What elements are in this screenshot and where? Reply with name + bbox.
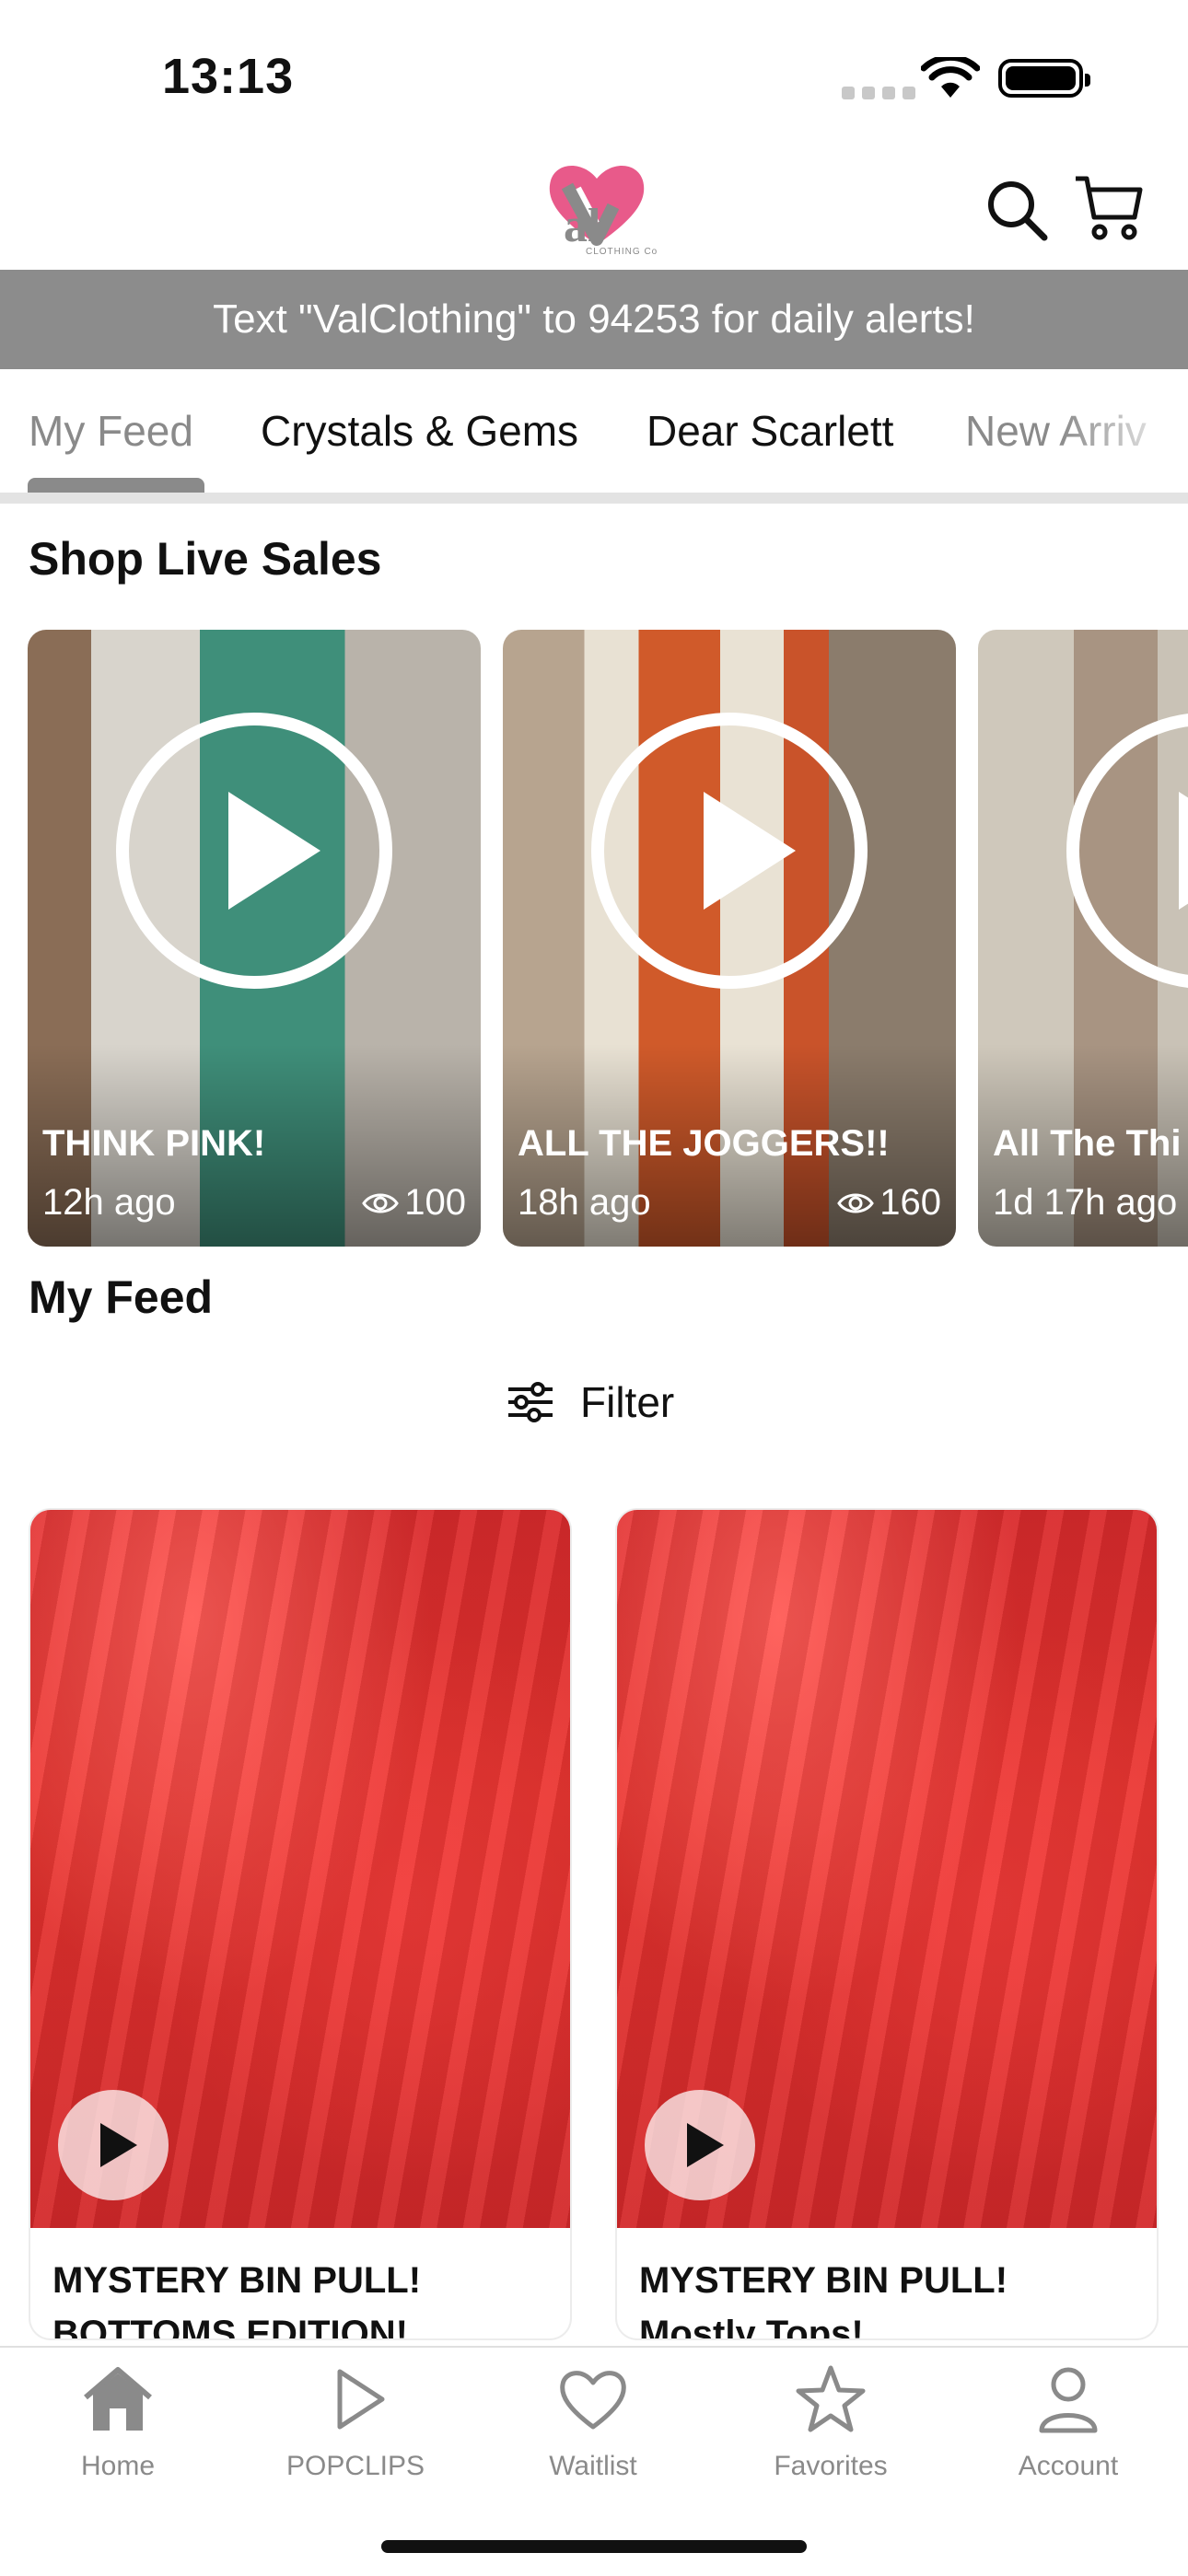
eye-icon — [837, 1193, 875, 1213]
tab-crystals-gems[interactable]: Crystals & Gems — [261, 406, 578, 456]
battery-icon — [998, 59, 1090, 98]
filter-label: Filter — [580, 1378, 675, 1426]
view-count: 100 — [404, 1182, 466, 1223]
status-time: 13:13 — [162, 49, 295, 104]
live-card-views: 160 — [837, 1182, 941, 1224]
live-card-views: 100 — [362, 1182, 466, 1224]
nav-favorites[interactable]: Favorites — [739, 2364, 923, 2482]
caption-line-1: MYSTERY BIN PULL! — [52, 2260, 422, 2301]
live-sale-card[interactable]: THINK PINK! 12h ago 100 — [28, 630, 481, 1247]
section-title-live-sales: Shop Live Sales — [29, 533, 382, 585]
nav-label: Waitlist — [549, 2451, 637, 2481]
play-icon[interactable] — [116, 713, 392, 989]
wifi-icon — [921, 57, 980, 98]
live-sale-card[interactable]: All The Thi 1d 17h ago — [978, 630, 1188, 1247]
live-card-time: 12h ago — [42, 1182, 176, 1223]
filter-sliders-icon — [508, 1382, 553, 1422]
logo-subtitle: CLOTHING Co — [586, 247, 658, 257]
view-count: 160 — [879, 1182, 941, 1223]
tab-fade-overlay — [1059, 369, 1188, 498]
live-card-title: ALL THE JOGGERS!! — [518, 1123, 890, 1164]
live-card-title: THINK PINK! — [42, 1123, 266, 1164]
caption-line-1: MYSTERY BIN PULL! — [639, 2260, 1008, 2301]
eye-icon — [362, 1193, 400, 1213]
live-card-time: 18h ago — [518, 1182, 651, 1223]
filter-button[interactable]: Filter — [507, 1377, 674, 1427]
nav-label: Home — [80, 2451, 156, 2481]
feed-card-caption: MYSTERY BIN PULL! BOTTOMS EDITION! — [52, 2254, 421, 2338]
active-tab-indicator — [28, 478, 204, 493]
nav-waitlist[interactable]: Waitlist — [501, 2364, 685, 2482]
live-card-time: 1d 17h ago — [993, 1182, 1178, 1223]
home-indicator — [381, 2540, 807, 2553]
cart-icon[interactable] — [1072, 171, 1146, 243]
nav-popclips[interactable]: POPCLIPS — [263, 2364, 448, 2482]
caption-line-2: Mostly Tops! — [639, 2314, 864, 2338]
person-icon — [1039, 2367, 1098, 2433]
caption-line-2: BOTTOMS EDITION! — [52, 2314, 408, 2338]
feed-card-caption: MYSTERY BIN PULL! Mostly Tops! — [639, 2254, 1007, 2338]
nav-home[interactable]: Home — [26, 2364, 210, 2482]
logo-text: al — [564, 200, 601, 252]
live-sale-card[interactable]: ALL THE JOGGERS!! 18h ago 160 — [503, 630, 956, 1247]
section-title-my-feed: My Feed — [29, 1271, 214, 1323]
tab-divider — [0, 493, 1188, 504]
feed-video-card[interactable]: MYSTERY BIN PULL! BOTTOMS EDITION! — [30, 1510, 570, 2338]
play-icon — [337, 2369, 385, 2430]
cellular-signal-icon — [842, 87, 915, 99]
sms-alerts-banner[interactable]: Text "ValClothing" to 94253 for daily al… — [0, 270, 1188, 369]
search-icon[interactable] — [985, 179, 1050, 243]
play-icon[interactable] — [645, 2090, 755, 2200]
heart-icon — [560, 2371, 626, 2430]
nav-label: POPCLIPS — [285, 2451, 425, 2481]
nav-label: Favorites — [774, 2451, 888, 2481]
home-icon — [84, 2367, 152, 2431]
live-card-title: All The Thi — [993, 1123, 1182, 1164]
tab-my-feed[interactable]: My Feed — [29, 406, 193, 456]
nav-account[interactable]: Account — [976, 2364, 1160, 2482]
nav-label: Account — [1018, 2451, 1119, 2481]
tab-dear-scarlett[interactable]: Dear Scarlett — [646, 406, 893, 456]
star-icon — [796, 2365, 866, 2432]
play-icon[interactable] — [58, 2090, 169, 2200]
play-icon[interactable] — [591, 713, 868, 989]
feed-video-card[interactable]: MYSTERY BIN PULL! Mostly Tops! — [617, 1510, 1157, 2338]
